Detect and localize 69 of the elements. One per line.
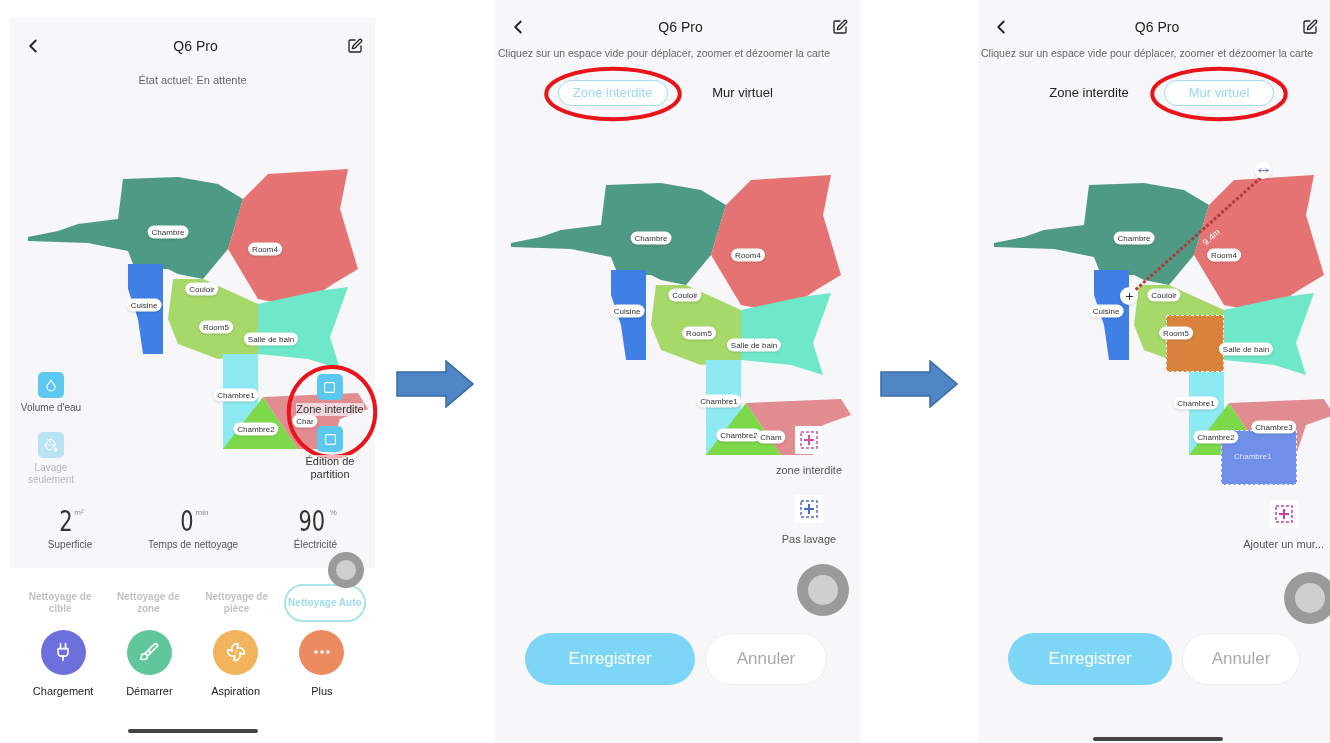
stat-unit: min xyxy=(195,506,209,519)
action-button[interactable]: Chargement xyxy=(23,629,104,699)
stat-unit: m² xyxy=(74,506,84,519)
room-label[interactable]: Salle de bain xyxy=(243,332,299,345)
action-button[interactable]: Démarrer xyxy=(109,629,190,699)
action-button[interactable]: Aspiration xyxy=(195,629,276,699)
room-label[interactable]: Chambre xyxy=(1113,231,1155,245)
add-zone-icon xyxy=(799,431,818,449)
more-icon xyxy=(313,650,330,654)
zone-icon xyxy=(323,432,337,446)
device-title: Q6 Pro xyxy=(1134,17,1180,37)
edit-icon[interactable] xyxy=(832,19,848,35)
zone-label: Chambre1 xyxy=(1234,451,1272,463)
room-label[interactable]: Chambre xyxy=(147,225,189,238)
wall-length: 9.4m xyxy=(1200,226,1224,250)
room-label[interactable]: Room4 xyxy=(731,248,765,262)
room-label[interactable]: Couloir xyxy=(668,288,702,302)
room-label[interactable]: Chambre1 xyxy=(213,388,259,401)
room-label[interactable]: Room5 xyxy=(682,326,716,340)
fan-icon xyxy=(225,642,246,662)
room-label[interactable]: Cuisine xyxy=(1088,304,1124,318)
room-label[interactable]: Chambre3 xyxy=(1251,420,1297,434)
add-zone-icon xyxy=(1274,505,1293,523)
wall-resize-handle[interactable] xyxy=(1254,161,1272,179)
edit-icon[interactable] xyxy=(347,38,363,54)
stat-unit: % xyxy=(329,506,337,519)
room-label[interactable]: Chambre xyxy=(630,231,672,245)
edit-icon[interactable] xyxy=(1302,19,1318,35)
device-title: Q6 Pro xyxy=(658,17,703,37)
stat-label: Temps de nettoyage xyxy=(148,537,239,552)
stat-value: 0 xyxy=(179,506,194,537)
map-tool[interactable]: Pas lavage xyxy=(781,494,837,547)
stat-label: Électricité xyxy=(293,537,338,552)
side-control[interactable]: Zone interdite xyxy=(296,374,364,416)
room-label[interactable]: Room5 xyxy=(1159,326,1193,340)
room-label[interactable]: Room5 xyxy=(199,320,233,333)
room-label[interactable]: Room4 xyxy=(248,242,282,255)
room-label[interactable]: Couloir xyxy=(1147,288,1181,302)
map-tool[interactable]: Ajouter un mur... xyxy=(1243,500,1324,553)
status-text: État actuel: En attente xyxy=(137,73,248,88)
room-label[interactable]: Chambre1 xyxy=(1173,396,1219,410)
floating-touch-icon[interactable] xyxy=(797,564,849,616)
room-label[interactable]: Couloir xyxy=(185,282,219,295)
stat-value: 2 xyxy=(58,506,73,537)
device-title: Q6 Pro xyxy=(173,36,218,56)
mode-tab[interactable]: Zone interdite xyxy=(1034,80,1144,106)
room-label[interactable]: Cuisine xyxy=(609,304,645,318)
floating-touch-icon[interactable] xyxy=(1284,572,1330,624)
room-label[interactable]: Salle de bain xyxy=(726,338,782,352)
stat-value: 90 xyxy=(298,506,326,537)
room-label[interactable]: Chambre2 xyxy=(1193,430,1239,444)
hint-text: Cliquez sur un espace vide pour déplacer, zoomer et dézoomer la carte xyxy=(497,47,832,60)
side-control[interactable]: Édition de partition xyxy=(295,426,365,481)
water-drop-icon xyxy=(44,378,58,392)
room-label[interactable]: Salle de bain xyxy=(1218,342,1274,356)
hint-text: Cliquez sur un espace vide pour déplacer, zoomer et dézoomer la carte xyxy=(980,47,1315,60)
room-label[interactable]: Chambre1 xyxy=(696,394,742,408)
zone-icon xyxy=(323,380,337,394)
mode-tab[interactable]: Mur virtuel xyxy=(687,80,798,106)
room-label[interactable]: Room4 xyxy=(1207,248,1241,262)
room-label[interactable]: Cuisine xyxy=(126,298,162,311)
room-label[interactable]: Cham xyxy=(756,430,786,444)
add-zone-icon xyxy=(799,499,818,518)
side-control[interactable]: Volume d'eau xyxy=(20,372,82,414)
action-button[interactable]: Plus xyxy=(281,629,362,699)
room-label[interactable]: Chambre2 xyxy=(233,422,279,435)
floating-touch-icon[interactable] xyxy=(328,552,364,588)
stat-label: Superficie xyxy=(47,537,93,552)
plus-icon xyxy=(1123,290,1135,302)
